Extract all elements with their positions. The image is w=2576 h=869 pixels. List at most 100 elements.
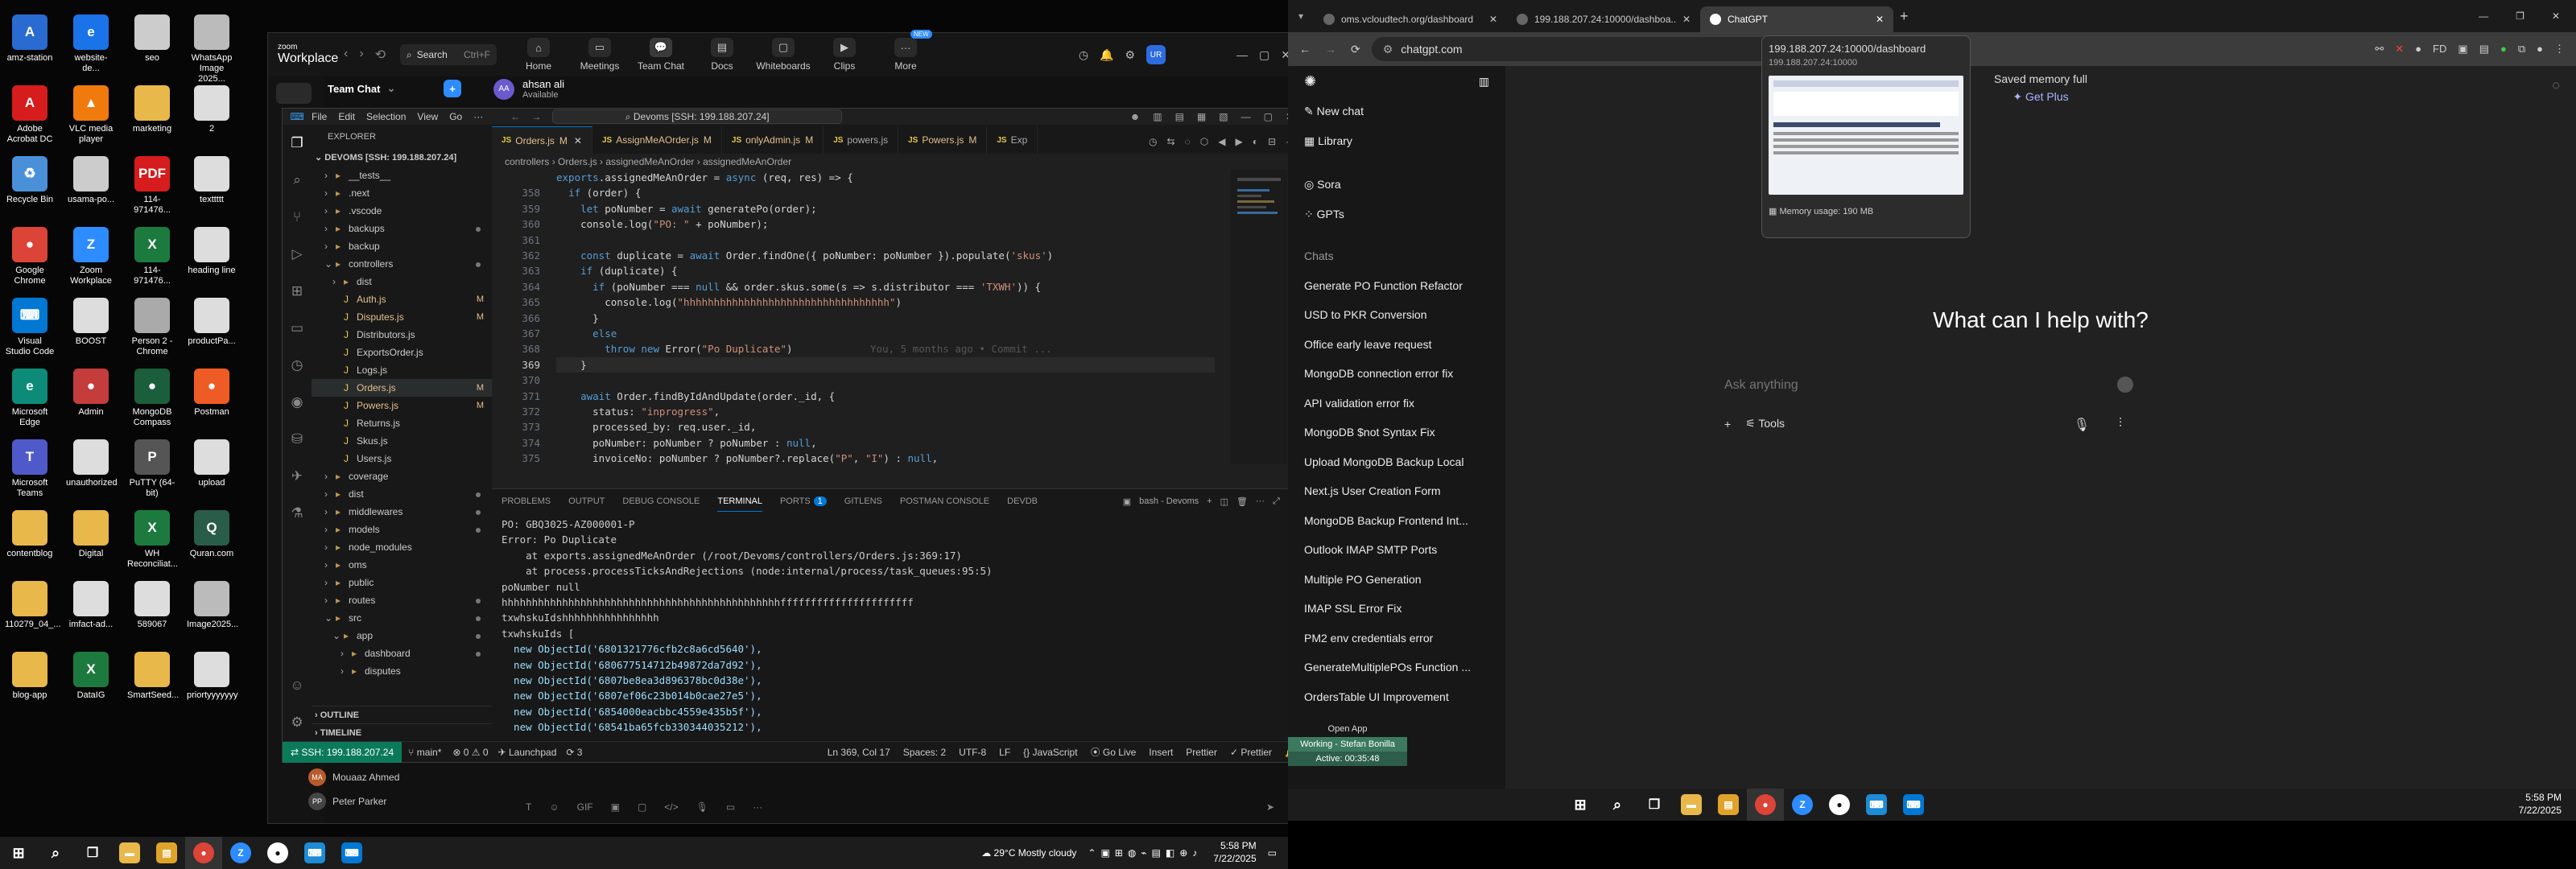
video-icon[interactable]: ▭	[726, 801, 735, 813]
zoom-nav-team-chat[interactable]: 💬 Team Chat	[630, 38, 691, 72]
tree-item[interactable]: ⌄ ▸ src	[312, 609, 492, 627]
tools-button[interactable]: ⚟ Tools	[1745, 417, 1785, 430]
source-control-icon[interactable]: ⑂	[283, 199, 312, 236]
desktop-icon[interactable]: priortyyyyyyy	[187, 649, 238, 724]
sidebar-toggle-icon[interactable]: ▥	[1479, 75, 1489, 89]
tree-item[interactable]: › ▸ disputes	[312, 662, 492, 680]
tree-item[interactable]: › ▸ middlewares	[312, 503, 492, 521]
history-nav[interactable]: ‹ › ⟲	[344, 47, 400, 63]
desktop-icon[interactable]: Z Zoom Workplace	[66, 224, 116, 299]
database-icon[interactable]: ⛁	[283, 421, 312, 458]
editor-tab[interactable]: JS onlyAdmin.js M	[721, 126, 824, 154]
code-icon[interactable]: </>	[664, 801, 678, 813]
bell-icon[interactable]: 🔔	[1278, 747, 1288, 758]
desktop-icon[interactable]: ● Admin	[66, 365, 116, 441]
desktop-icon[interactable]: ▲ VLC media player	[66, 82, 116, 158]
tree-item[interactable]: J Disputes.js M	[312, 308, 492, 326]
panel-tab[interactable]: OUTPUT	[568, 496, 605, 506]
panel-tab[interactable]: DEBUG CONSOLE	[622, 496, 700, 506]
back-icon[interactable]: ‹	[344, 47, 348, 63]
desktop-icon[interactable]: e Microsoft Edge	[5, 365, 55, 441]
attach-icon[interactable]: ▢	[638, 801, 646, 813]
zoom-nav-whiteboards[interactable]: ▢ Whiteboards	[753, 38, 814, 72]
editor-tab[interactable]: JS Powers.js M	[898, 126, 988, 154]
desktop-icon[interactable]: X DataIG	[66, 649, 116, 724]
remote-explorer-icon[interactable]: ▭	[283, 310, 312, 347]
tree-item[interactable]: J Orders.js M	[312, 379, 492, 397]
chat-history-item[interactable]: PM2 env credentials error	[1288, 624, 1505, 653]
maximize-icon[interactable]: ❐	[2516, 10, 2524, 22]
zoom-icon[interactable]: Z	[222, 837, 259, 869]
desktop-icon[interactable]: ● Google Chrome	[5, 224, 55, 299]
mic-icon[interactable]: 🎙	[2074, 417, 2090, 433]
desktop-icon[interactable]: BOOST	[66, 294, 116, 370]
get-plus-button[interactable]: ✦ Get Plus	[1505, 90, 2576, 104]
manage-gear-icon[interactable]: ⚙	[283, 704, 312, 741]
desktop-icon[interactable]: Image2025...	[187, 578, 238, 653]
search-icon[interactable]: ⌕	[1599, 789, 1636, 821]
insert-mode[interactable]: Insert	[1142, 747, 1179, 758]
store-icon[interactable]: ▤	[148, 837, 185, 869]
minimap[interactable]	[1231, 170, 1287, 464]
desktop-icon[interactable]: productPa...	[187, 294, 237, 370]
menu-item[interactable]: File	[312, 111, 327, 122]
editor-tab[interactable]: JS Orders.js M ✕	[492, 126, 592, 154]
code-line[interactable]: poNumber: poNumber ? poNumber : null,	[556, 435, 1215, 451]
desktop-icon[interactable]: X WH Reconciliat...	[127, 507, 178, 583]
forward-icon[interactable]: ›	[359, 47, 363, 63]
zoom-icon[interactable]: Z	[1784, 789, 1821, 821]
menu-item[interactable]: Selection	[366, 111, 406, 122]
task-view-icon[interactable]: ❐	[1636, 789, 1673, 821]
more-icon[interactable]: ···	[753, 801, 762, 813]
search-icon[interactable]: ⌕	[37, 837, 74, 869]
menu-item[interactable]: View	[417, 111, 438, 122]
desktop-icon[interactable]: Aamz-station	[5, 11, 55, 87]
sidebar-icon[interactable]: ▦	[1197, 111, 1206, 122]
desktop-icon[interactable]: Q Quran.com	[187, 507, 237, 583]
extension-icon[interactable]: ▣	[2458, 43, 2467, 56]
extension-icon[interactable]: ●	[2415, 43, 2421, 56]
tree-item[interactable]: J Distributors.js	[312, 326, 492, 344]
zoom-search[interactable]: ⌕ Search Ctrl+F	[400, 44, 497, 65]
desktop-icon[interactable]: P PuTTY (64-bit)	[127, 436, 177, 512]
tree-item[interactable]: › ▸ .next	[312, 184, 492, 202]
desktop-icon[interactable]: usama-po...	[66, 153, 116, 229]
new-tab-button[interactable]: +	[1900, 8, 1909, 25]
obs-icon[interactable]: ●	[259, 837, 296, 869]
explorer-root[interactable]: ⌄ DEVOMS [SSH: 199.188.207.24]	[312, 149, 492, 167]
extension-icon[interactable]: ⚯	[2375, 43, 2384, 56]
desktop-icon[interactable]: imfact-ad...	[66, 578, 116, 653]
timeline-section[interactable]: › TIMELINE	[312, 723, 492, 741]
code-line[interactable]: exports.assignedMeAnOrder = async (req, …	[556, 170, 1215, 185]
forward-icon[interactable]: →	[1325, 43, 1336, 56]
chat-history-item[interactable]: Office early leave request	[1288, 330, 1505, 360]
chat-history-item[interactable]: MongoDB $not Syntax Fix	[1288, 418, 1505, 447]
zoom-nav-home[interactable]: ⌂ Home	[508, 38, 569, 72]
code-line[interactable]: console.log("hhhhhhhhhhhhhhhhhhhhhhhhhhh…	[556, 294, 1215, 310]
tree-item[interactable]: › ▸ node_modules	[312, 538, 492, 556]
zoom-nav-docs[interactable]: ▤ Docs	[691, 38, 753, 72]
editor-tab[interactable]: JS powers.js	[824, 126, 899, 154]
extension-icon[interactable]: ▤	[2479, 43, 2489, 56]
send-icon[interactable]: ➤	[1266, 801, 1274, 813]
desktop-icon[interactable]: A Adobe Acrobat DC	[5, 82, 55, 158]
explorer-icon[interactable]: ❐	[283, 125, 312, 162]
menu-item[interactable]: Edit	[338, 111, 355, 122]
minimize-icon[interactable]: —	[2479, 10, 2488, 22]
code-line[interactable]: if (poNumber === null && order.skus.some…	[556, 279, 1215, 294]
close-icon[interactable]: ✕	[2552, 10, 2560, 22]
desktop-icon[interactable]: blog-app	[5, 649, 55, 724]
code-line[interactable]: if (duplicate) {	[556, 263, 1215, 278]
more-icon[interactable]: ···	[1256, 496, 1265, 506]
maximize-icon[interactable]: ▢	[1259, 48, 1269, 62]
gif-button[interactable]: GIF	[577, 801, 593, 813]
desktop-icon[interactable]: 2	[187, 82, 237, 158]
gpts-link[interactable]: ⁘ GPTs	[1288, 200, 1505, 229]
desktop-icon[interactable]: e website-de...	[66, 11, 116, 87]
back-icon[interactable]: ←	[510, 111, 520, 122]
panel-icon[interactable]: ▤	[1175, 111, 1184, 122]
code-line[interactable]: if (order) {	[556, 185, 1215, 200]
desktop-icon[interactable]: PDF 114-971476...	[127, 153, 177, 229]
desktop-icon[interactable]: ⌨ Visual Studio Code	[5, 294, 55, 370]
tree-item[interactable]: ⌄ ▸ app	[312, 627, 492, 645]
